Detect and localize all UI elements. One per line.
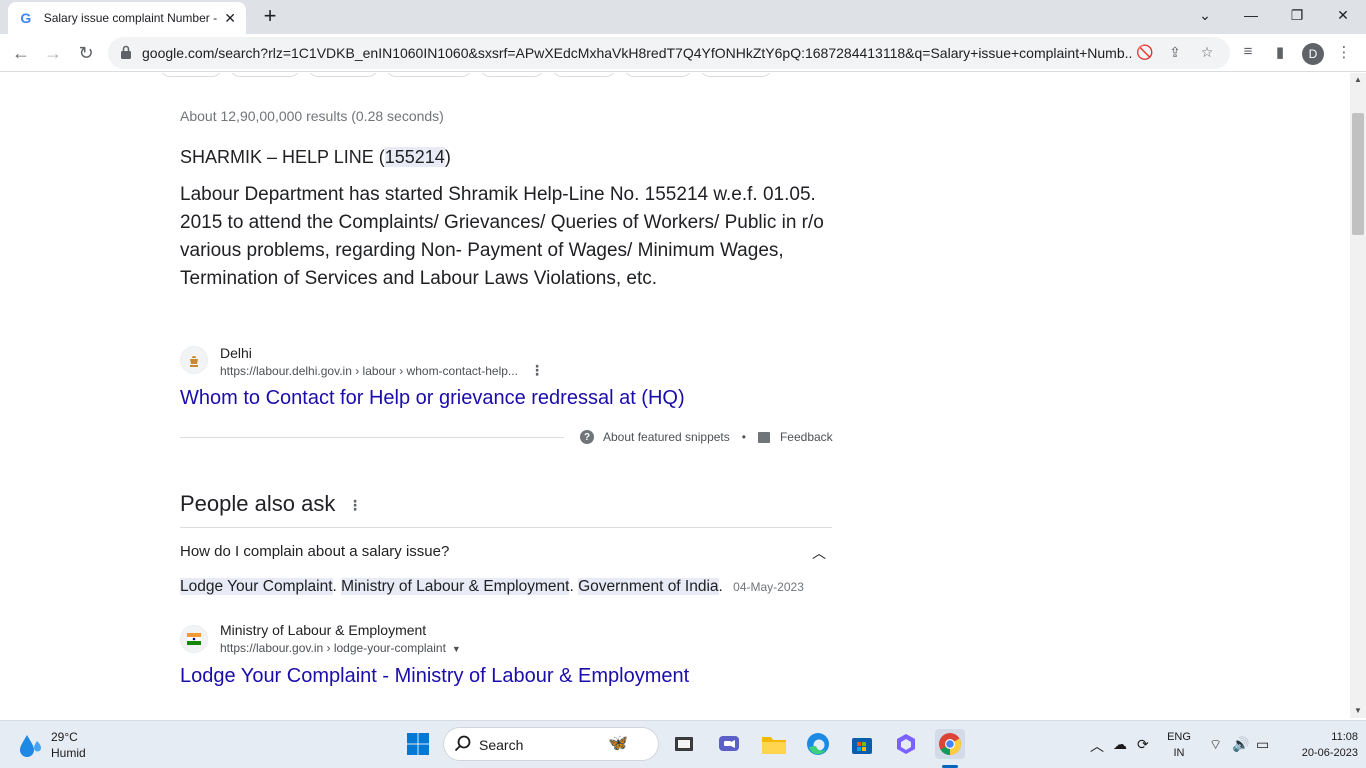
filter-chip[interactable] [308,73,378,77]
close-window-button[interactable]: ✕ [1320,0,1366,30]
lock-icon[interactable] [120,45,132,59]
battery-icon[interactable]: ▭ [1256,736,1269,753]
people-also-ask-heading: People also ask [180,491,336,516]
clock-time[interactable]: 11:08 [1286,731,1358,743]
weather-description[interactable]: Humid [51,746,86,760]
edge-browser-icon[interactable] [803,729,833,759]
paa-answer: Lodge Your Complaint. Ministry of Labour… [180,578,804,595]
paa-source-name[interactable]: Ministry of Labour & Employment [220,622,426,638]
close-tab-icon[interactable]: ✕ [224,10,236,27]
side-panel-icon[interactable]: ▮ [1270,43,1290,63]
chrome-browser-icon[interactable] [935,729,965,759]
menu-kebab-icon[interactable]: ⋮ [1334,43,1354,63]
feedback-link[interactable]: Feedback [780,430,833,444]
tab-title: Salary issue complaint Number - [43,11,218,25]
snippet-source-name[interactable]: Delhi [220,345,252,361]
bookmark-star-icon[interactable]: ☆ [1198,44,1216,62]
address-bar[interactable]: google.com/search?rlz=1C1VDKB_enIN1060IN… [108,37,1230,69]
feedback-icon[interactable] [757,431,770,443]
windows-taskbar: 29°C Humid Search 🦋 ︿ ☁ ⟳ ENG IN ⌔ 🔊 ▭ 1… [0,720,1366,768]
file-explorer-icon[interactable] [759,729,789,759]
show-hidden-icons-chevron-icon[interactable]: ︿ [1090,736,1104,756]
browser-toolbar: ← → ↻ google.com/search?rlz=1C1VDKB_enIN… [0,34,1366,72]
minimize-button[interactable]: — [1228,0,1274,30]
filter-chip[interactable] [700,73,772,77]
profile-avatar[interactable]: D [1302,43,1324,65]
reload-button[interactable]: ↻ [73,40,99,66]
scrollbar-thumb[interactable] [1352,113,1364,235]
filter-chip[interactable] [624,73,692,77]
weather-temperature[interactable]: 29°C [51,730,78,744]
teams-chat-icon[interactable] [714,729,744,759]
copilot-app-icon[interactable] [891,729,921,759]
wifi-icon[interactable]: ⌔ [1209,736,1222,754]
filter-chips [160,73,772,77]
scroll-down-icon[interactable]: ▼ [1354,706,1362,715]
language-indicator-top[interactable]: ENG [1166,731,1192,743]
windows-start-icon[interactable] [403,729,433,759]
snippet-footer: ? About featured snippets • Feedback [580,430,833,444]
humidity-drop-icon[interactable] [18,731,44,759]
paa-source-url[interactable]: https://labour.gov.in › lodge-your-compl… [220,641,461,655]
url-text: google.com/search?rlz=1C1VDKB_enIN1060IN… [142,45,1132,61]
page-scrollbar[interactable]: ▲ ▼ [1350,73,1366,718]
paa-options-icon[interactable]: ⋮ [348,497,362,514]
featured-snippet-body: Labour Department has started Shramik He… [180,184,824,289]
google-favicon-icon: G [20,10,32,26]
new-tab-button[interactable]: + [258,5,282,29]
divider [180,527,832,528]
dropdown-caret-icon[interactable]: ▼ [452,644,461,654]
search-icon [454,735,471,752]
paa-result-link[interactable]: Lodge Your Complaint - Ministry of Labou… [180,665,689,688]
filter-chip[interactable] [160,73,222,77]
paa-answer-date: 04-May-2023 [733,580,804,594]
back-button[interactable]: ← [8,40,34,66]
share-icon[interactable]: ⇪ [1166,44,1184,62]
search-label: Search [479,737,524,753]
search-highlight-butterflies-icon: 🦋 [608,735,628,752]
india-flag-icon[interactable] [180,625,208,653]
featured-snippet-title: SHARMIK – HELP LINE (155214) [180,147,451,167]
snippet-source-url[interactable]: https://labour.delhi.gov.in › labour › w… [220,364,518,378]
search-results-page: About 12,90,00,000 results (0.28 seconds… [0,73,1350,718]
result-stats: About 12,90,00,000 results (0.28 seconds… [180,108,444,124]
browser-tab-active[interactable]: G Salary issue complaint Number - ✕ [8,2,246,34]
sync-icon[interactable]: ⟳ [1137,736,1149,753]
task-view-icon[interactable] [669,729,699,759]
restore-button[interactable]: ❐ [1274,0,1320,30]
about-featured-snippets-link[interactable]: About featured snippets [603,430,730,444]
paa-question[interactable]: How do I complain about a salary issue? [180,543,449,560]
filter-chip[interactable] [552,73,616,77]
blocked-content-icon[interactable]: 🚫 [1136,44,1154,62]
filter-chip[interactable] [386,73,472,77]
snippet-result-link[interactable]: Whom to Contact for Help or grievance re… [180,387,685,410]
forward-button[interactable]: → [40,40,66,66]
filter-chip[interactable] [480,73,544,77]
tab-strip: G Salary issue complaint Number - ✕ + ⌄ … [0,0,1366,34]
onedrive-cloud-icon[interactable]: ☁ [1113,736,1127,753]
language-indicator-bottom[interactable]: IN [1166,747,1192,759]
delhi-emblem-icon[interactable] [180,346,208,374]
reading-list-icon[interactable]: ≡ [1238,43,1258,63]
volume-icon[interactable]: 🔊 [1232,736,1249,753]
help-icon[interactable]: ? [580,430,594,444]
chevron-up-icon[interactable]: ︿ [812,543,826,563]
scroll-up-icon[interactable]: ▲ [1354,75,1362,84]
divider [180,437,564,438]
result-options-icon[interactable]: ⋮ [530,362,544,379]
microsoft-store-icon[interactable] [847,729,877,759]
tab-search-chevron-icon[interactable]: ⌄ [1182,0,1228,30]
taskbar-search-box[interactable]: Search 🦋 [443,727,659,761]
filter-chip[interactable] [230,73,300,77]
clock-date[interactable]: 20-06-2023 [1286,747,1358,759]
